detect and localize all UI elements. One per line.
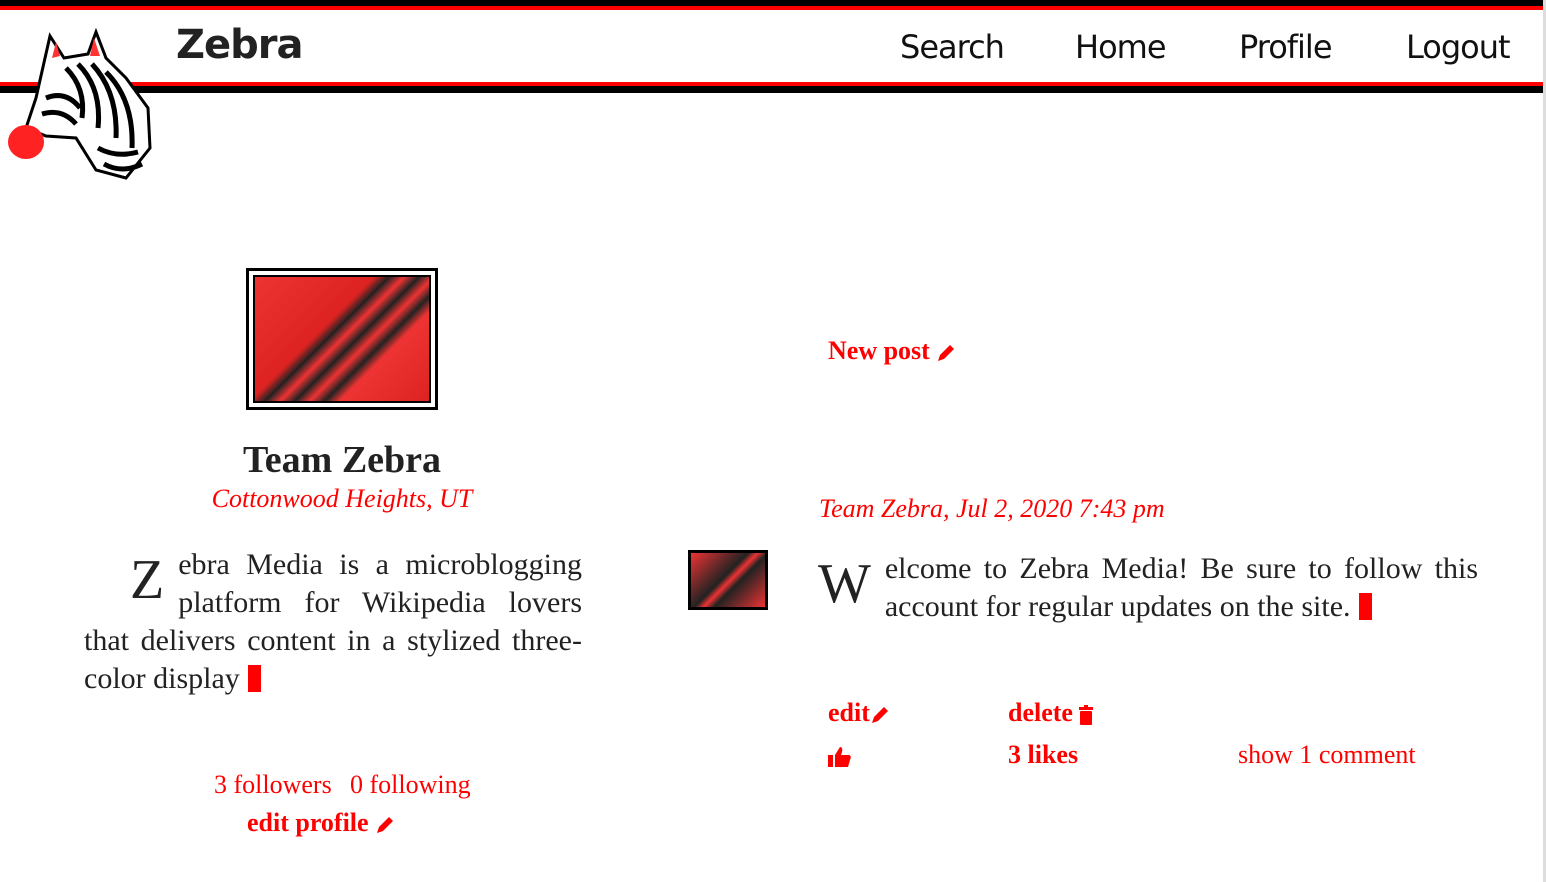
followers-link[interactable]: 3 followers bbox=[214, 770, 332, 800]
edit-label: edit bbox=[828, 698, 870, 727]
following-link[interactable]: 0 following bbox=[350, 770, 471, 800]
profile-bio: Zebra Media is a microblogging platform … bbox=[84, 546, 582, 698]
new-post-link[interactable]: New post bbox=[828, 336, 956, 366]
pencil-icon bbox=[938, 345, 955, 362]
post-text: elcome to Zebra Media! Be sure to follow… bbox=[884, 552, 1478, 623]
post-author-avatar[interactable] bbox=[688, 550, 768, 610]
profile-avatar bbox=[246, 268, 438, 410]
delete-label: delete bbox=[1008, 698, 1073, 727]
nav-search[interactable]: Search bbox=[900, 28, 1005, 66]
nav-profile[interactable]: Profile bbox=[1239, 28, 1332, 66]
post-meta: Team Zebra, Jul 2, 2020 7:43 pm bbox=[819, 494, 1165, 523]
nav-logout[interactable]: Logout bbox=[1406, 28, 1511, 66]
header-bottom-black bbox=[0, 86, 1543, 93]
likes-count[interactable]: 3 likes bbox=[1008, 740, 1078, 770]
cursor-block bbox=[247, 665, 261, 692]
post-body: Welcome to Zebra Media! Be sure to follo… bbox=[810, 550, 1478, 626]
show-comments-link[interactable]: show 1 comment bbox=[1238, 740, 1416, 770]
post-drop-cap: W bbox=[818, 553, 871, 615]
pencil-icon bbox=[871, 707, 888, 724]
nav-home[interactable]: Home bbox=[1075, 28, 1166, 66]
edit-profile-link[interactable]: edit profile bbox=[247, 808, 395, 838]
header-top-red bbox=[0, 6, 1543, 10]
brand-title[interactable]: Zebra bbox=[176, 22, 303, 68]
trash-icon bbox=[1079, 705, 1094, 726]
post-edit-link[interactable]: edit bbox=[828, 698, 890, 728]
post-delete-link[interactable]: delete bbox=[1008, 698, 1094, 728]
profile-name: Team Zebra bbox=[242, 439, 442, 481]
cursor-block bbox=[1358, 593, 1372, 620]
bio-drop-cap: Z bbox=[130, 549, 165, 611]
pencil-icon bbox=[377, 817, 394, 834]
thumbs-up-icon bbox=[828, 747, 851, 768]
profile-location: Cottonwood Heights, UT bbox=[211, 484, 473, 513]
zebra-logo-icon[interactable] bbox=[6, 28, 154, 180]
like-button[interactable] bbox=[828, 740, 852, 770]
new-post-label: New post bbox=[828, 336, 930, 365]
edit-profile-label: edit profile bbox=[247, 808, 369, 837]
